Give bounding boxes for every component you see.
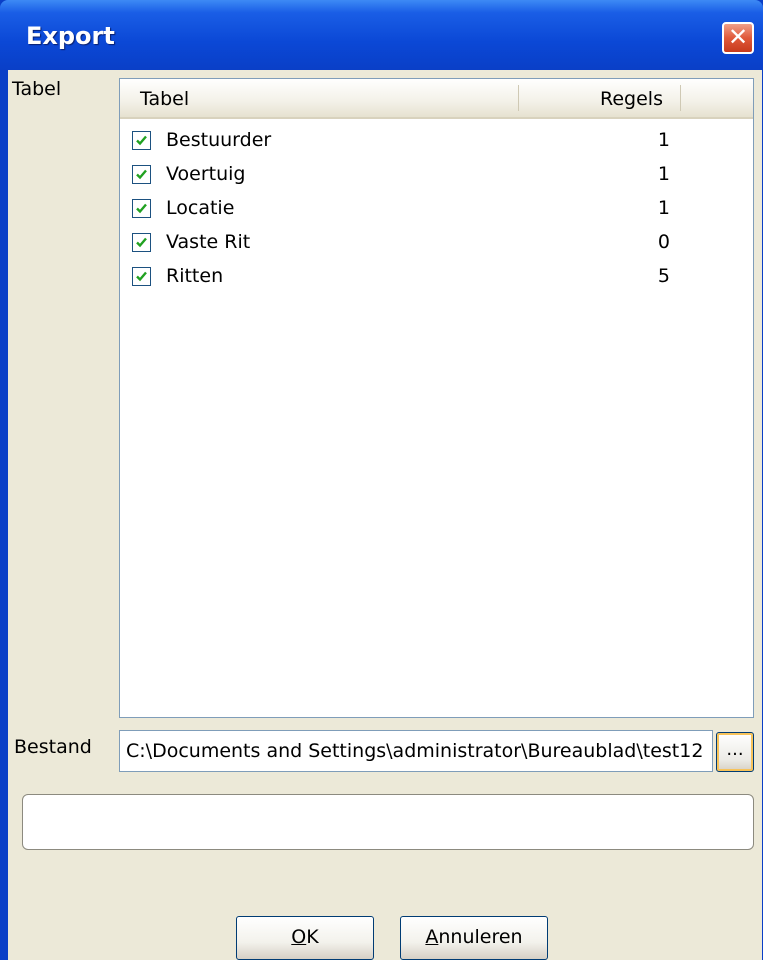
row-checkbox[interactable]	[132, 165, 151, 184]
column-header-table[interactable]: Tabel	[140, 88, 189, 110]
list-item[interactable]: Voertuig 1	[120, 159, 753, 193]
list-item[interactable]: Locatie 1	[120, 193, 753, 227]
checkmark-icon	[136, 135, 147, 146]
row-count: 0	[657, 231, 670, 253]
file-label: Bestand	[14, 736, 92, 758]
cancel-button[interactable]: Annuleren	[400, 916, 548, 960]
column-divider[interactable]	[518, 85, 519, 111]
export-dialog: Export ✕ Tabel Tabel Regels Bestuurder 1	[0, 0, 763, 960]
file-path-input[interactable]: C:\Documents and Settings\administrator\…	[119, 730, 713, 772]
row-name: Vaste Rit	[166, 231, 251, 253]
checkmark-icon	[136, 203, 147, 214]
dialog-body: Tabel Tabel Regels Bestuurder 1 Voertuig	[8, 70, 762, 960]
row-count: 1	[657, 163, 670, 185]
table-list[interactable]: Tabel Regels Bestuurder 1 Voertuig 1 Loc…	[119, 78, 754, 718]
row-checkbox[interactable]	[132, 199, 151, 218]
column-divider[interactable]	[680, 85, 681, 111]
row-name: Ritten	[166, 265, 224, 287]
row-name: Locatie	[166, 197, 235, 219]
table-label: Tabel	[12, 78, 62, 100]
row-checkbox[interactable]	[132, 267, 151, 286]
ok-button[interactable]: OK	[236, 916, 374, 960]
row-checkbox[interactable]	[132, 233, 151, 252]
cancel-mnemonic: A	[425, 926, 439, 948]
row-count: 1	[657, 129, 670, 151]
close-icon: ✕	[727, 23, 749, 51]
ok-label: K	[306, 926, 319, 948]
row-count: 1	[657, 197, 670, 219]
checkmark-icon	[136, 237, 147, 248]
title-bar[interactable]: Export ✕	[0, 0, 763, 70]
list-item[interactable]: Ritten 5	[120, 261, 753, 295]
list-item[interactable]: Bestuurder 1	[120, 125, 753, 159]
close-button[interactable]: ✕	[722, 22, 754, 54]
row-name: Bestuurder	[166, 129, 272, 151]
list-header: Tabel Regels	[120, 79, 753, 119]
row-count: 5	[657, 265, 670, 287]
browse-button[interactable]: ...	[716, 732, 754, 772]
cancel-label: nnuleren	[438, 926, 523, 948]
checkmark-icon	[136, 271, 147, 282]
status-box	[22, 794, 754, 850]
row-checkbox[interactable]	[132, 131, 151, 150]
row-name: Voertuig	[166, 163, 246, 185]
ok-mnemonic: O	[291, 926, 307, 948]
column-header-rows[interactable]: Regels	[600, 88, 663, 110]
window-title: Export	[26, 22, 115, 50]
checkmark-icon	[136, 169, 147, 180]
list-item[interactable]: Vaste Rit 0	[120, 227, 753, 261]
